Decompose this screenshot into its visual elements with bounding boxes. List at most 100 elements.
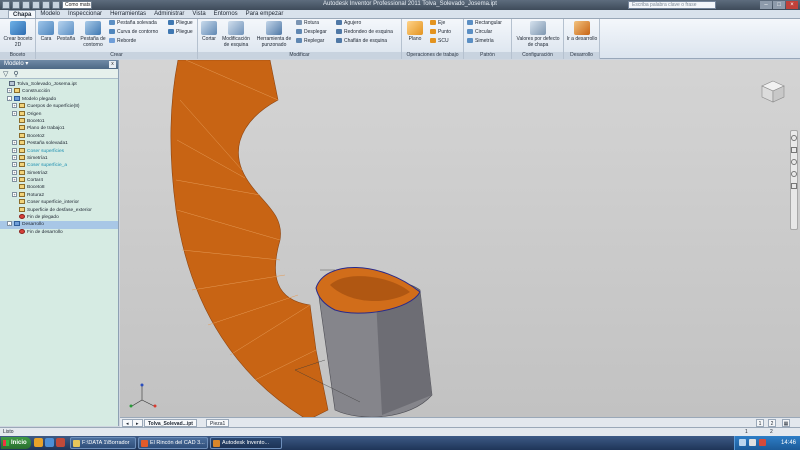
tab-chapa[interactable]: Chapa — [8, 10, 37, 18]
expand-toggle-icon[interactable]: + — [12, 140, 17, 146]
expand-toggle-icon[interactable]: + — [12, 162, 17, 168]
expand-toggle-icon[interactable]: - — [7, 221, 12, 227]
graphics-viewport[interactable] — [120, 60, 800, 417]
punto-button[interactable]: Punto — [430, 29, 451, 36]
ir-desarrollo-button[interactable]: Ir a desarrollo — [566, 21, 598, 42]
tab-vista[interactable]: Vista — [188, 10, 209, 18]
scu-button[interactable]: SCU — [430, 38, 449, 45]
page-2-button[interactable]: 2 — [768, 419, 776, 427]
desplegar-button[interactable]: Desplegar — [296, 29, 327, 36]
tree-item[interactable]: Tolva_Solevado_Josema.ipt — [0, 81, 118, 88]
expand-toggle-icon[interactable]: + — [12, 103, 17, 109]
tree-item[interactable]: + Simetría2 — [0, 169, 118, 177]
pliegue-2-button[interactable]: Pliegue — [168, 29, 193, 36]
material-combo[interactable]: Como mats — [62, 1, 92, 9]
tree-item[interactable]: Boceto2 — [0, 132, 118, 140]
tree-item[interactable]: - Modelo plegado — [0, 95, 118, 103]
tree-item[interactable]: + Rotura2 — [0, 191, 118, 199]
tab-modelo[interactable]: Modelo — [36, 10, 64, 18]
browser-close-icon[interactable]: x — [109, 61, 116, 68]
tab-scroll-left-icon[interactable]: ◂ — [122, 419, 133, 427]
task-rincon-cad[interactable]: El Rincón del CAD 3... — [138, 437, 208, 449]
tile-windows-icon[interactable]: ▦ — [782, 419, 790, 427]
expand-toggle-icon[interactable]: + — [12, 110, 17, 116]
pan-icon[interactable] — [791, 147, 797, 153]
tab-herramientas[interactable]: Herramientas — [106, 10, 150, 18]
valores-defecto-chapa-button[interactable]: Valores por defecto de chapa — [514, 21, 562, 48]
tree-item[interactable]: + Cuerpos de superficie(8) — [0, 103, 118, 110]
tree-item[interactable]: + Cortar4 — [0, 177, 118, 184]
cortar-button[interactable]: Cortar — [200, 21, 218, 42]
page-1-button[interactable]: 1 — [756, 419, 764, 427]
cara-button[interactable]: Cara — [38, 21, 54, 42]
circular-button[interactable]: Circular — [467, 29, 492, 36]
close-icon[interactable]: × — [786, 1, 798, 9]
expand-toggle-icon[interactable]: - — [7, 95, 12, 101]
tree-item[interactable]: Plano de trabajo1 — [0, 125, 118, 132]
pestana-contorno-button[interactable]: Pestaña de contorno — [79, 21, 107, 48]
browser-header[interactable]: Modelo ▾ x — [0, 60, 118, 69]
expand-toggle-icon[interactable]: + — [12, 177, 17, 183]
app-quicklaunch-icon[interactable] — [56, 438, 65, 447]
zoom-icon[interactable] — [791, 159, 797, 165]
explorer-quicklaunch-icon[interactable] — [34, 438, 43, 447]
curva-contorno-button[interactable]: Curva de contorno — [109, 29, 158, 36]
tree-item[interactable]: + Origen — [0, 110, 118, 118]
expand-toggle-icon[interactable]: + — [12, 191, 17, 197]
tree-item[interactable]: + Coser superficies — [0, 147, 118, 155]
steering-wheel-icon[interactable] — [791, 135, 797, 141]
tab-scroll-right-icon[interactable]: ▸ — [132, 419, 143, 427]
tree-item[interactable]: Boceto1 — [0, 117, 118, 125]
tab-para-empezar[interactable]: Para empezar — [242, 10, 288, 18]
pestana-solevada-button[interactable]: Pestaña solevada — [109, 20, 157, 27]
eje-button[interactable]: Eje — [430, 20, 445, 27]
pliegue-button[interactable]: Pliegue — [168, 20, 193, 27]
look-at-icon[interactable] — [791, 183, 797, 189]
find-icon[interactable]: ⚲ — [13, 70, 18, 78]
agujero-button[interactable]: Agujero — [336, 20, 361, 27]
minimize-icon[interactable]: – — [760, 1, 772, 9]
tree-item[interactable]: Boceto8 — [0, 184, 118, 191]
tree-item[interactable]: Fin de plegado — [0, 214, 118, 221]
modificacion-esquina-button[interactable]: Modificación de esquina — [219, 21, 253, 48]
plano-button[interactable]: Plano — [405, 21, 425, 42]
expand-toggle-icon[interactable]: + — [12, 147, 17, 153]
doc-tab-tolva[interactable]: Tolva_Solevad...ipt — [144, 419, 197, 427]
herramienta-punzonado-button[interactable]: Herramienta de punzonado — [255, 21, 293, 48]
ie-quicklaunch-icon[interactable] — [45, 438, 54, 447]
redo-icon[interactable] — [52, 1, 60, 9]
inventor-logo-icon[interactable] — [2, 1, 10, 9]
chaflan-esquina-button[interactable]: Chaflán de esquina — [336, 38, 387, 45]
tab-inspeccionar[interactable]: Inspeccionar — [64, 10, 106, 18]
tree-item[interactable]: + Coser superficie_a — [0, 162, 118, 169]
reborde-button[interactable]: Reborde — [109, 38, 136, 45]
open-icon[interactable] — [22, 1, 30, 9]
tray-app-icon[interactable] — [759, 439, 766, 446]
tree-item[interactable]: Coser superficie_interior — [0, 199, 118, 206]
tree-item[interactable]: Fin de desarrollo — [0, 228, 118, 236]
orbit-icon[interactable] — [791, 171, 797, 177]
rectangular-button[interactable]: Rectangular — [467, 20, 502, 27]
doc-tab-pieza1[interactable]: Pieza1 — [206, 419, 230, 427]
help-search-input[interactable]: Escriba palabra clave o frase — [628, 1, 716, 9]
tray-network-icon[interactable] — [739, 439, 746, 446]
pestana-button[interactable]: Pestaña — [55, 21, 77, 42]
task-borrador[interactable]: F:\DATA 1\Borrador — [70, 437, 136, 449]
expand-toggle-icon[interactable]: + — [7, 88, 12, 94]
crear-boceto-button[interactable]: Crear boceto 2D — [3, 21, 33, 48]
tree-item[interactable]: - Desarrollo — [0, 221, 118, 229]
task-autodesk-inventor[interactable]: Autodesk Invento... — [210, 437, 282, 449]
tab-entornos[interactable]: Entornos — [210, 10, 242, 18]
viewcube-icon[interactable] — [760, 78, 786, 104]
replegar-button[interactable]: Replegar — [296, 38, 324, 45]
new-icon[interactable] — [12, 1, 20, 9]
tree-item[interactable]: + Simetría1 — [0, 154, 118, 162]
tree-item[interactable]: + Pestaña solevada1 — [0, 140, 118, 147]
start-button[interactable]: Inicio — [1, 437, 31, 449]
filter-icon[interactable]: ▽ — [3, 70, 8, 78]
expand-toggle-icon[interactable]: + — [12, 154, 17, 160]
maximize-icon[interactable]: □ — [773, 1, 785, 9]
simetria-button[interactable]: Simetría — [467, 38, 494, 45]
undo-icon[interactable] — [42, 1, 50, 9]
tree-item[interactable]: + Construcción — [0, 88, 118, 95]
